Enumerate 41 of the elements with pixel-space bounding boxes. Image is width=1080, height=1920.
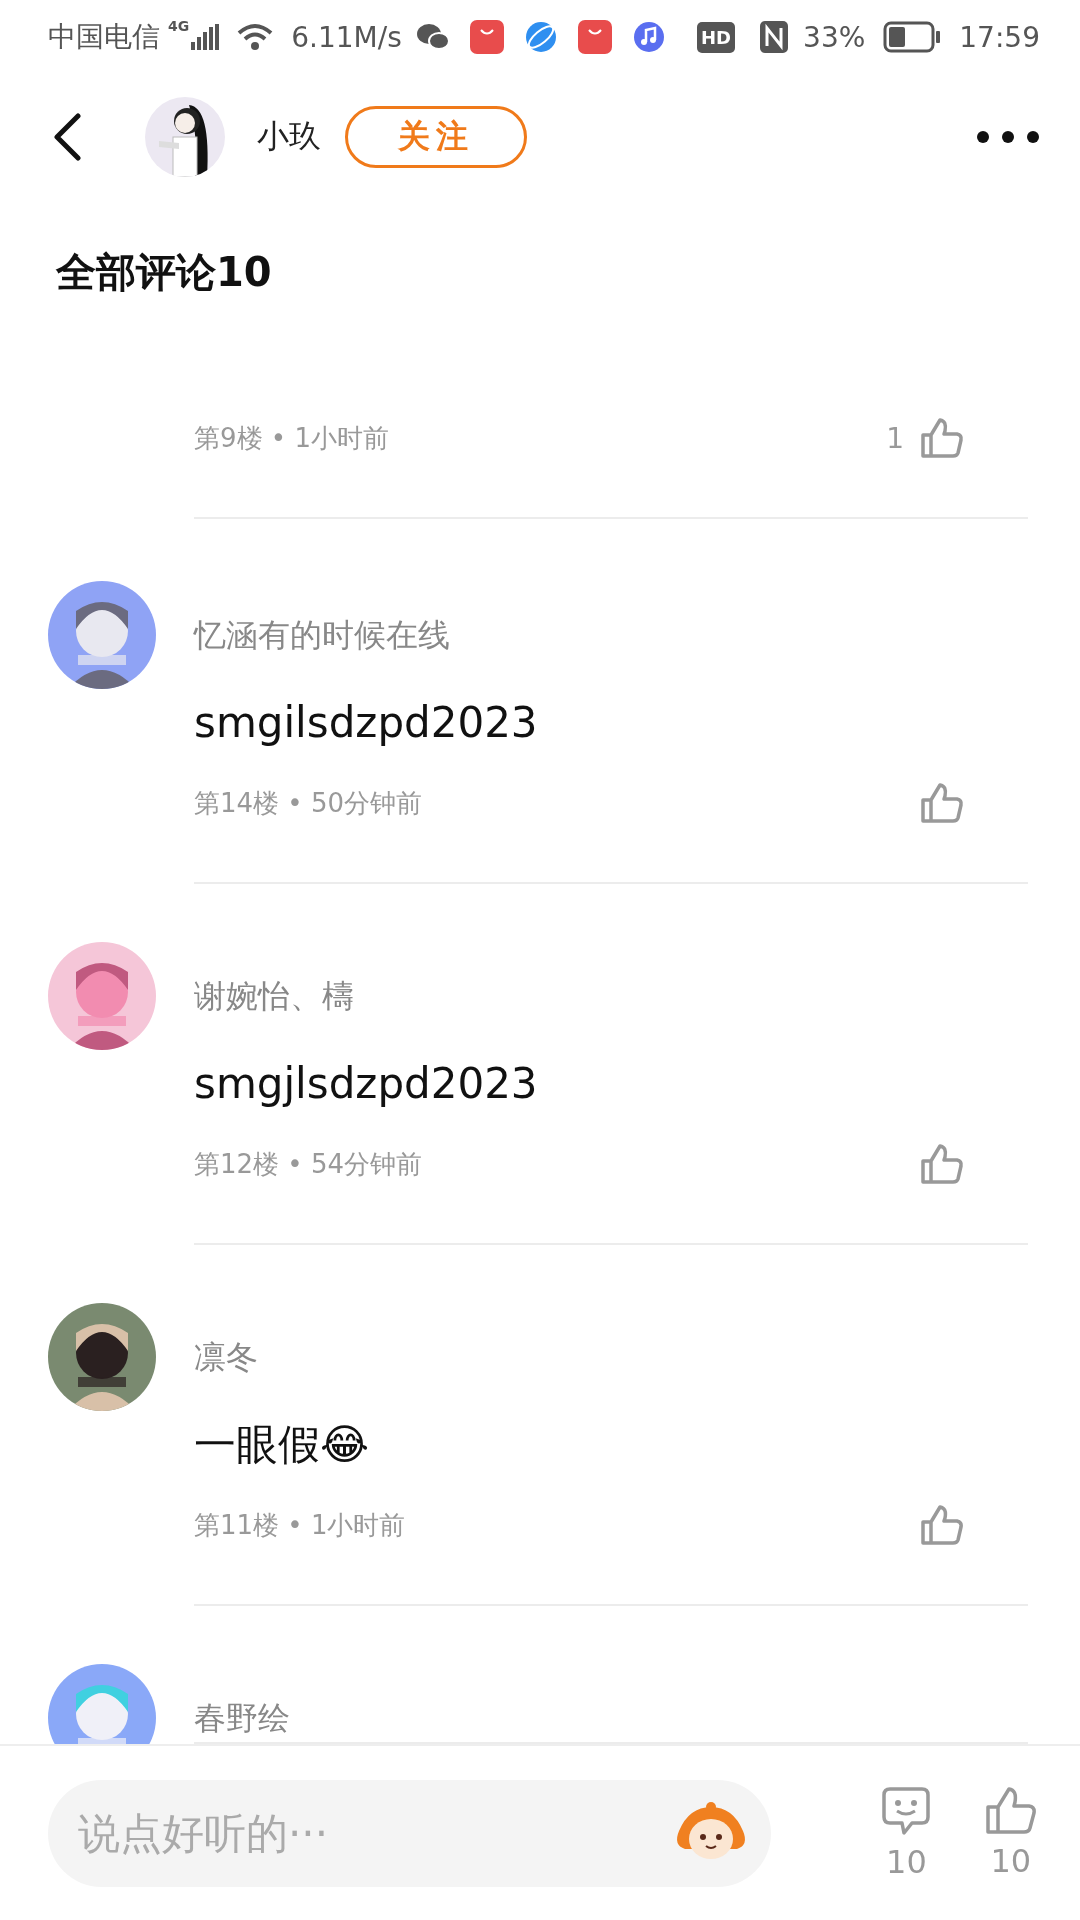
comment-icon[interactable] bbox=[880, 1785, 933, 1837]
app-store-icon bbox=[577, 20, 612, 54]
like-count: 1 bbox=[886, 421, 904, 455]
like-total-count: 10 bbox=[990, 1842, 1032, 1880]
commenter-name[interactable]: 谢婉怡、檮 bbox=[194, 972, 1028, 1020]
commenter-name[interactable]: 忆涵有的时候在线 bbox=[194, 611, 1028, 659]
floor-time-text: 第12楼 • 54分钟前 bbox=[194, 1147, 423, 1181]
back-icon[interactable] bbox=[52, 113, 82, 161]
comment-text: smgjlsdzpd2023 bbox=[194, 1058, 539, 1110]
floor-time-text: 第9楼 • 1小时前 bbox=[194, 421, 389, 455]
hd-badge: HD bbox=[697, 21, 736, 53]
nfc-icon bbox=[759, 20, 790, 54]
thumbs-up-icon[interactable] bbox=[920, 1504, 964, 1546]
commenter-name[interactable]: 凛冬 bbox=[194, 1333, 1028, 1381]
user-name[interactable]: 小玖 bbox=[257, 115, 321, 159]
network-type-text: 4G bbox=[168, 18, 190, 34]
comment-count: 10 bbox=[886, 1843, 927, 1881]
thumbs-up-icon[interactable] bbox=[920, 782, 964, 824]
network-speed-text: 6.11M/s bbox=[291, 20, 402, 54]
thumbs-up-icon[interactable] bbox=[920, 417, 964, 459]
comment-text: 一眼假😂 bbox=[194, 1419, 371, 1471]
floor-time-text: 第11楼 • 1小时前 bbox=[194, 1508, 406, 1542]
battery-percent-text: 33% bbox=[803, 20, 866, 54]
commenter-name[interactable]: 春野绘 bbox=[194, 1694, 1028, 1742]
browser-icon bbox=[523, 20, 558, 54]
comments-heading: 全部评论10 bbox=[55, 247, 273, 297]
more-icon[interactable] bbox=[976, 130, 1040, 144]
thumbs-up-icon[interactable] bbox=[984, 1786, 1037, 1836]
clock-text: 17:59 bbox=[959, 20, 1040, 54]
thumbs-up-icon[interactable] bbox=[920, 1143, 964, 1185]
follow-button[interactable]: 关注 bbox=[345, 106, 527, 168]
app-store-icon bbox=[469, 20, 504, 54]
floor-time-text: 第14楼 • 50分钟前 bbox=[194, 786, 423, 820]
music-icon bbox=[631, 20, 666, 54]
comment-field[interactable]: 说点好听的··· bbox=[48, 1779, 772, 1887]
signal-icon bbox=[191, 24, 220, 50]
wifi-icon bbox=[237, 23, 274, 51]
comment-text: smgilsdzpd2023 bbox=[194, 697, 539, 749]
carrier-text: 中国电信 bbox=[48, 19, 160, 55]
comment-input-field[interactable]: 说点好听的··· bbox=[76, 1807, 672, 1859]
battery-icon bbox=[883, 21, 942, 53]
